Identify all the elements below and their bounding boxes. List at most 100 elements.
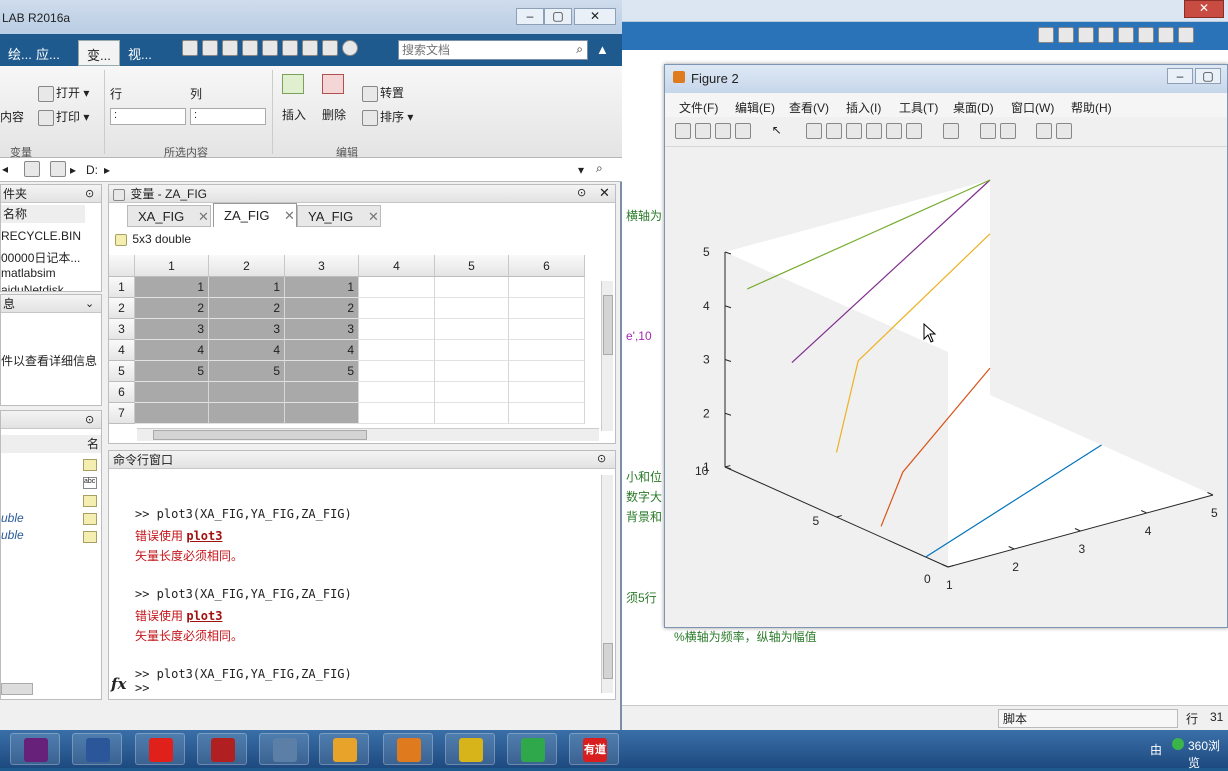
insert-button[interactable]: 插入 [282,106,306,123]
grid-cell[interactable] [359,340,435,361]
row-header[interactable]: 3 [109,319,135,340]
grid-cell[interactable]: 3 [285,319,359,340]
switch-window-icon[interactable] [1178,27,1194,43]
close-tab-icon[interactable]: ✕ [368,209,379,225]
taskbar-app-visual-studio[interactable] [10,733,60,765]
folder-item[interactable]: matlabsim [1,266,56,280]
vertical-scrollbar[interactable] [601,281,613,431]
col-header-name[interactable]: 名 [1,435,101,453]
column-header[interactable]: 4 [359,255,435,277]
copy-icon[interactable] [1098,27,1114,43]
zoom-in-icon[interactable] [806,123,823,139]
row-header[interactable]: 5 [109,361,135,382]
transpose-button[interactable]: 转置 [360,84,404,102]
taskbar-app-acrobat[interactable] [135,733,185,765]
cut-icon[interactable] [1078,27,1094,43]
taskbar-app-ultraedit[interactable] [445,733,495,765]
colorbar-icon[interactable] [979,123,996,139]
column-header[interactable]: 6 [509,255,585,277]
search-folder-icon[interactable]: ⌕ [596,161,603,176]
taskbar-app-media[interactable] [197,733,247,765]
grid-cell[interactable]: 1 [285,277,359,298]
grid-cell[interactable]: 4 [135,340,209,361]
brush-icon[interactable] [906,123,923,139]
grid-cell[interactable]: 5 [135,361,209,382]
grid-cell[interactable] [359,403,435,424]
collapse-ribbon-icon[interactable]: ▲ [596,42,609,57]
link-plot-icon[interactable] [943,123,960,139]
grid-cell[interactable]: 1 [135,277,209,298]
folder-item[interactable]: aiduNetdisk [1,283,64,291]
save-icon[interactable] [1058,27,1074,43]
menu-view[interactable]: 查看(V) [789,99,829,116]
tab-ya-fig[interactable]: YA_FIG ✕ [297,205,381,227]
rotate-3d-icon[interactable] [866,123,883,139]
grid-cell[interactable] [359,382,435,403]
grid-cell[interactable] [509,298,585,319]
tool-icon[interactable] [182,40,198,56]
address-bar[interactable]: ◂ ▸ D: ▸ ▾ ⌕ [0,158,622,182]
close-editor-icon[interactable]: ✕ [599,185,610,201]
tool-icon[interactable] [1038,27,1054,43]
grid-cell[interactable]: 2 [135,298,209,319]
open-file-icon[interactable] [695,123,711,139]
redo-icon[interactable] [302,40,318,56]
grid-cell[interactable] [435,403,509,424]
column-header[interactable]: 5 [435,255,509,277]
grid-cell[interactable] [435,340,509,361]
browser-tray-label[interactable]: 360浏览 [1188,737,1228,771]
row-header[interactable]: 4 [109,340,135,361]
folder-item[interactable]: 00000日记本... [1,249,85,266]
switch-window-icon[interactable] [322,40,338,56]
new-from-selection-label[interactable]: 内容 [0,108,24,125]
print-button[interactable]: 打印 ▾ [36,108,89,126]
row-header[interactable]: 6 [109,382,135,403]
taskbar-app-youdao[interactable]: 有道 [569,733,619,765]
undo-icon[interactable] [1138,27,1154,43]
scroll-thumb[interactable] [603,643,613,679]
bg-close-button[interactable]: ✕ [1184,0,1224,18]
plot3-axes[interactable]: 12345051012345 [665,147,1227,627]
panel-menu-icon[interactable]: ⊙ [85,187,94,200]
grid-cell[interactable] [435,277,509,298]
search-box[interactable]: ⌕ [398,40,588,60]
error-function-link[interactable]: plot3 [186,529,222,543]
grid-cell[interactable] [359,298,435,319]
open-button[interactable]: 打开 ▾ [36,84,89,102]
grid-cell[interactable] [209,403,285,424]
close-button[interactable]: ✕ [574,8,616,25]
grid-cell[interactable] [509,277,585,298]
save-icon[interactable] [202,40,218,56]
grid-cell[interactable] [435,319,509,340]
grid-cell[interactable] [209,382,285,403]
grid-cell[interactable] [509,382,585,403]
close-tab-icon[interactable]: ✕ [198,209,209,225]
grid-cell[interactable] [509,361,585,382]
undo-icon[interactable] [282,40,298,56]
close-tab-icon[interactable]: ✕ [284,208,295,224]
grid-cell[interactable]: 2 [209,298,285,319]
row-header[interactable]: 7 [109,403,135,424]
minimize-button[interactable]: ‒ [516,8,544,25]
menu-tools[interactable]: 工具(T) [899,99,938,116]
search-input[interactable] [399,41,559,59]
grid-cell[interactable] [509,319,585,340]
tab-za-fig[interactable]: ZA_FIG ✕ [213,203,297,227]
workspace-value[interactable]: uble [1,528,24,542]
grid-cell[interactable] [509,340,585,361]
back-icon[interactable]: ◂ [2,162,8,176]
grid-cell[interactable] [435,298,509,319]
taskbar-app-360[interactable] [507,733,557,765]
sort-button[interactable]: 排序 ▾ [360,108,413,126]
grid-cell[interactable] [359,277,435,298]
grid-cell[interactable] [359,319,435,340]
tray-ime[interactable]: 由 [1150,741,1162,758]
zoom-out-icon[interactable] [826,123,843,139]
grid-cell[interactable]: 5 [285,361,359,382]
taskbar-app-search[interactable] [383,733,433,765]
hide-plot-tools-icon[interactable] [1036,123,1053,139]
grid-cell[interactable]: 4 [285,340,359,361]
grid-cell[interactable] [285,403,359,424]
grid-cell[interactable]: 3 [209,319,285,340]
tab-variable[interactable]: 变... [78,40,120,66]
